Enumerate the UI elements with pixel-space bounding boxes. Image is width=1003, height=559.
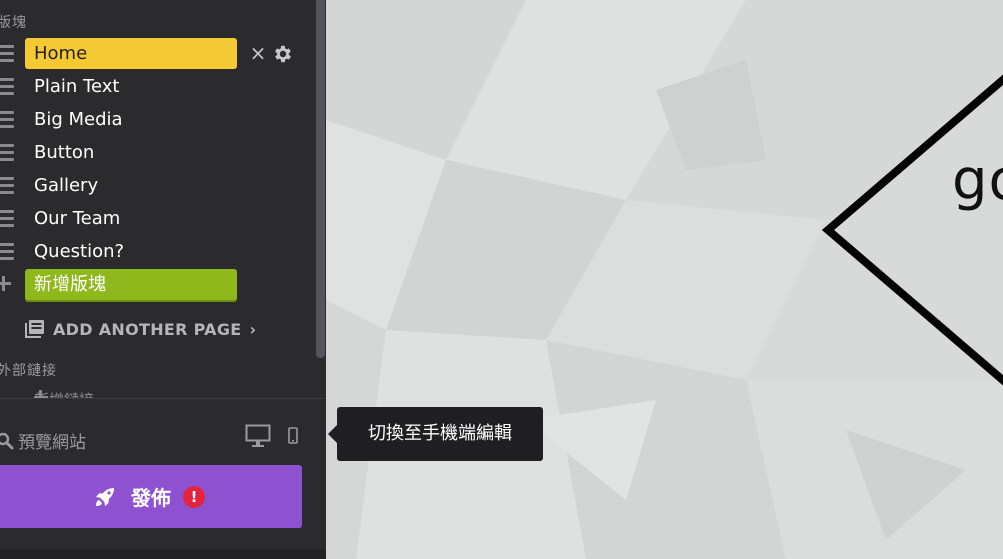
block-row-plain-text[interactable]: Plain Text bbox=[0, 71, 310, 102]
block-label-plain-text[interactable]: Plain Text bbox=[25, 71, 237, 102]
logo-diamond-frame bbox=[821, 74, 1003, 386]
drag-handle-icon[interactable] bbox=[0, 45, 14, 62]
block-label-gallery[interactable]: Gallery bbox=[25, 170, 237, 201]
block-row-question[interactable]: Question? bbox=[0, 236, 310, 267]
plus-icon[interactable] bbox=[0, 274, 15, 292]
bottom-divider bbox=[0, 549, 326, 559]
search-icon bbox=[0, 432, 14, 449]
sidebar: 版塊 Home × Plain Text Big Media Button Ga… bbox=[0, 0, 326, 559]
tooltip: 切換至手機端編輯 bbox=[328, 407, 543, 461]
add-another-page-label: ADD ANOTHER PAGE bbox=[53, 319, 242, 339]
drag-handle-icon[interactable] bbox=[0, 111, 14, 128]
drag-handle-icon[interactable] bbox=[0, 210, 14, 227]
block-row-our-team[interactable]: Our Team bbox=[0, 203, 310, 234]
drag-handle-icon[interactable] bbox=[0, 144, 14, 161]
block-label-button[interactable]: Button bbox=[25, 137, 237, 168]
add-block-row[interactable]: 新增版塊 bbox=[0, 269, 310, 300]
drag-handle-icon[interactable] bbox=[0, 78, 14, 95]
page-canvas[interactable]: go bbox=[326, 0, 1003, 559]
add-block-button[interactable]: 新增版塊 bbox=[25, 269, 237, 300]
bottom-bar: 預覽網站 發佈 ! bbox=[0, 398, 326, 559]
block-row-home[interactable]: Home × bbox=[0, 38, 310, 69]
close-icon[interactable]: × bbox=[249, 38, 267, 69]
sidebar-scrollbar[interactable] bbox=[316, 0, 325, 358]
publish-label: 發佈 bbox=[131, 486, 171, 510]
chevron-right-icon: › bbox=[249, 319, 257, 339]
desktop-icon[interactable] bbox=[245, 424, 271, 448]
gear-icon[interactable] bbox=[272, 43, 294, 65]
block-label-question[interactable]: Question? bbox=[25, 236, 237, 267]
warning-icon: ! bbox=[183, 485, 205, 508]
rocket-icon bbox=[96, 487, 114, 506]
links-section-label: 外部鏈接 bbox=[0, 363, 57, 379]
preview-site-label: 預覽網站 bbox=[18, 433, 86, 453]
mobile-icon[interactable] bbox=[287, 426, 299, 446]
drag-handle-icon[interactable] bbox=[0, 243, 14, 260]
block-row-gallery[interactable]: Gallery bbox=[0, 170, 310, 201]
block-label-our-team[interactable]: Our Team bbox=[25, 203, 237, 234]
drag-handle-icon[interactable] bbox=[0, 177, 14, 194]
block-label-big-media[interactable]: Big Media bbox=[25, 104, 237, 135]
pages-icon bbox=[25, 320, 44, 338]
publish-button[interactable]: 發佈 ! bbox=[0, 465, 302, 528]
blocks-section-label: 版塊 bbox=[0, 15, 27, 31]
block-label-home[interactable]: Home bbox=[25, 38, 237, 69]
block-row-big-media[interactable]: Big Media bbox=[0, 104, 310, 135]
logo-text: go bbox=[952, 148, 1003, 213]
add-another-page-link[interactable]: ADD ANOTHER PAGE › bbox=[25, 316, 256, 342]
preview-site-button[interactable]: 預覽網站 bbox=[0, 428, 86, 453]
block-row-button[interactable]: Button bbox=[0, 137, 310, 168]
